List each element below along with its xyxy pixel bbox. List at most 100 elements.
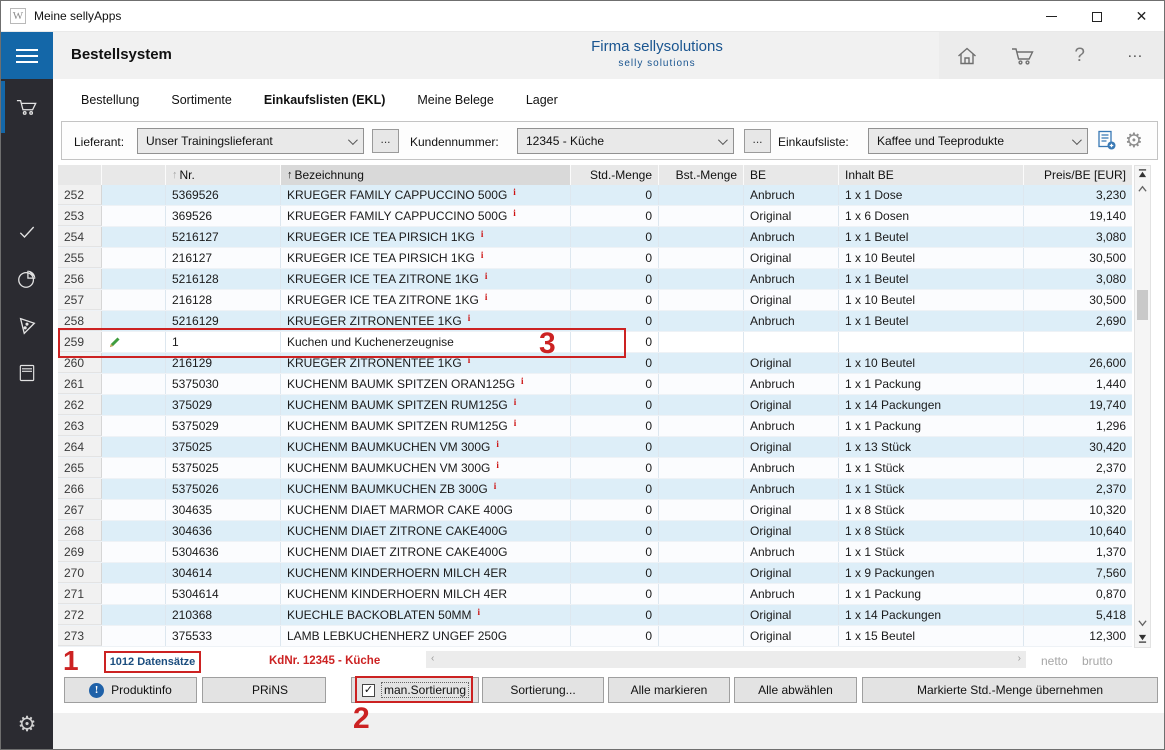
info-icon[interactable]: i <box>513 187 516 197</box>
cell-bst-menge[interactable] <box>659 584 744 604</box>
scroll-left-icon[interactable]: ‹ <box>431 653 434 664</box>
tab-lager[interactable]: Lager <box>526 93 558 107</box>
cell-bst-menge[interactable] <box>659 311 744 331</box>
produktinfo-button[interactable]: ! Produktinfo <box>64 677 197 703</box>
cell-std-menge[interactable]: 0 <box>571 353 659 373</box>
info-icon[interactable]: i <box>496 439 499 449</box>
cell-std-menge[interactable]: 0 <box>571 605 659 625</box>
alle-abwaehlen-button[interactable]: Alle abwählen <box>734 677 857 703</box>
man-sortierung-checkbox[interactable]: ✓ <box>362 684 375 697</box>
more-icon[interactable]: … <box>1123 43 1149 69</box>
table-row[interactable]: 2615375030KUCHENM BAUMK SPITZEN ORAN125G… <box>58 374 1132 395</box>
cell-bst-menge[interactable] <box>659 563 744 583</box>
tab-meine-belege[interactable]: Meine Belege <box>417 93 493 107</box>
cell-std-menge[interactable]: 0 <box>571 479 659 499</box>
col-bst-menge[interactable]: Bst.-Menge <box>659 165 744 185</box>
cell-bst-menge[interactable] <box>659 500 744 520</box>
sidebar-item-catalog[interactable] <box>1 353 53 393</box>
table-row[interactable]: 2591Kuchen und Kuchenerzeugnise0 <box>58 332 1132 353</box>
info-icon[interactable]: i <box>468 313 471 323</box>
cell-std-menge[interactable]: 0 <box>571 185 659 205</box>
col-bezeichnung[interactable]: ↑Bezeichnung <box>281 165 571 185</box>
table-row[interactable]: 2695304636KUCHENM DIAET ZITRONE CAKE400G… <box>58 542 1132 563</box>
einkaufsliste-select[interactable]: Kaffee und Teeprodukte <box>868 128 1088 154</box>
table-row[interactable]: 267304635KUCHENM DIAET MARMOR CAKE 400G0… <box>58 500 1132 521</box>
info-icon[interactable]: i <box>494 481 497 491</box>
tab-bestellung[interactable]: Bestellung <box>81 93 139 107</box>
table-row[interactable]: 272210368KUECHLE BACKOBLATEN 50MMi0Origi… <box>58 605 1132 626</box>
cell-bst-menge[interactable] <box>659 248 744 268</box>
cell-bst-menge[interactable] <box>659 605 744 625</box>
table-row[interactable]: 2545216127KRUEGER ICE TEA PIRSICH 1KGi0A… <box>58 227 1132 248</box>
col-preis[interactable]: Preis/BE [EUR] <box>1024 165 1132 185</box>
table-row[interactable]: 2665375026KUCHENM BAUMKUCHEN ZB 300Gi0An… <box>58 479 1132 500</box>
prins-button[interactable]: PRiNS <box>202 677 326 703</box>
cell-std-menge[interactable]: 0 <box>571 206 659 226</box>
info-icon[interactable]: i <box>513 208 516 218</box>
cell-std-menge[interactable]: 0 <box>571 269 659 289</box>
table-row[interactable]: 2525369526KRUEGER FAMILY CAPPUCCINO 500G… <box>58 185 1132 206</box>
col-icons[interactable] <box>102 165 166 185</box>
maximize-button[interactable] <box>1074 1 1119 32</box>
table-row[interactable]: 260216129KRUEGER ZITRONENTEE 1KGi0Origin… <box>58 353 1132 374</box>
scroll-to-top-icon[interactable] <box>1135 169 1150 178</box>
table-row[interactable]: 2585216129KRUEGER ZITRONENTEE 1KGi0Anbru… <box>58 311 1132 332</box>
cell-std-menge[interactable]: 0 <box>571 500 659 520</box>
cell-std-menge[interactable]: 0 <box>571 521 659 541</box>
cell-std-menge[interactable]: 0 <box>571 227 659 247</box>
col-nr[interactable]: ↑Nr. <box>166 165 281 185</box>
table-row[interactable]: 2565216128KRUEGER ICE TEA ZITRONE 1KGi0A… <box>58 269 1132 290</box>
cell-std-menge[interactable]: 0 <box>571 290 659 310</box>
table-row[interactable]: 273375533LAMB LEBKUCHENHERZ UNGEF 250G0O… <box>58 626 1132 647</box>
cell-bst-menge[interactable] <box>659 206 744 226</box>
settings-gear-icon[interactable]: ⚙ <box>1 712 53 737</box>
table-row[interactable]: 255216127KRUEGER ICE TEA PIRSICH 1KGi0Or… <box>58 248 1132 269</box>
cell-std-menge[interactable]: 0 <box>571 458 659 478</box>
vertical-scrollbar[interactable] <box>1134 165 1151 648</box>
col-std-menge[interactable]: Std.-Menge <box>571 165 659 185</box>
info-icon[interactable]: i <box>481 250 484 260</box>
tab-sortimente[interactable]: Sortimente <box>171 93 231 107</box>
info-icon[interactable]: i <box>521 376 524 386</box>
table-row[interactable]: 253369526KRUEGER FAMILY CAPPUCCINO 500Gi… <box>58 206 1132 227</box>
cell-bst-menge[interactable] <box>659 479 744 499</box>
cell-std-menge[interactable]: 0 <box>571 626 659 646</box>
cell-bst-menge[interactable] <box>659 332 744 352</box>
cell-std-menge[interactable]: 0 <box>571 416 659 436</box>
table-row[interactable]: 257216128KRUEGER ICE TEA ZITRONE 1KGi0Or… <box>58 290 1132 311</box>
kundennummer-more-button[interactable]: ... <box>744 129 771 153</box>
cart-icon[interactable] <box>1010 43 1036 69</box>
cell-std-menge[interactable]: 0 <box>571 563 659 583</box>
info-icon[interactable]: i <box>481 229 484 239</box>
help-icon[interactable]: ? <box>1067 43 1093 69</box>
cell-bst-menge[interactable] <box>659 437 744 457</box>
sidebar-item-bestellsystem[interactable] <box>1 87 53 127</box>
cell-std-menge[interactable]: 0 <box>571 542 659 562</box>
table-row[interactable]: 268304636KUCHENM DIAET ZITRONE CAKE400G0… <box>58 521 1132 542</box>
cell-std-menge[interactable]: 0 <box>571 332 659 352</box>
man-sortierung-button[interactable]: ✓ man.Sortierung <box>351 677 479 703</box>
info-icon[interactable]: i <box>496 460 499 470</box>
brutto-toggle[interactable]: brutto <box>1082 654 1113 668</box>
uebernehmen-button[interactable]: Markierte Std.-Menge übernehmen <box>862 677 1158 703</box>
table-row[interactable]: 270304614KUCHENM KINDERHOERN MILCH 4ER0O… <box>58 563 1132 584</box>
list-settings-gear-icon[interactable]: ⚙ <box>1125 128 1143 153</box>
info-icon[interactable]: i <box>478 607 481 617</box>
scroll-up-icon[interactable] <box>1135 185 1150 193</box>
cell-std-menge[interactable]: 0 <box>571 248 659 268</box>
table-row[interactable]: 2635375029KUCHENM BAUMK SPITZEN RUM125Gi… <box>58 416 1132 437</box>
col-rownum[interactable] <box>58 165 102 185</box>
cell-bst-menge[interactable] <box>659 227 744 247</box>
table-row[interactable]: 262375029KUCHENM BAUMK SPITZEN RUM125Gi0… <box>58 395 1132 416</box>
tab-einkaufslisten-ekl-[interactable]: Einkaufslisten (EKL) <box>264 93 386 107</box>
cell-std-menge[interactable]: 0 <box>571 374 659 394</box>
sidebar-item-statistics[interactable] <box>1 259 53 299</box>
cell-std-menge[interactable]: 0 <box>571 311 659 331</box>
info-icon[interactable]: i <box>514 397 517 407</box>
info-icon[interactable]: i <box>468 355 471 365</box>
col-be[interactable]: BE <box>744 165 839 185</box>
scroll-to-bottom-icon[interactable] <box>1135 634 1150 643</box>
cell-bst-menge[interactable] <box>659 458 744 478</box>
menu-icon[interactable] <box>1 32 53 79</box>
col-inhalt-be[interactable]: Inhalt BE <box>839 165 1024 185</box>
